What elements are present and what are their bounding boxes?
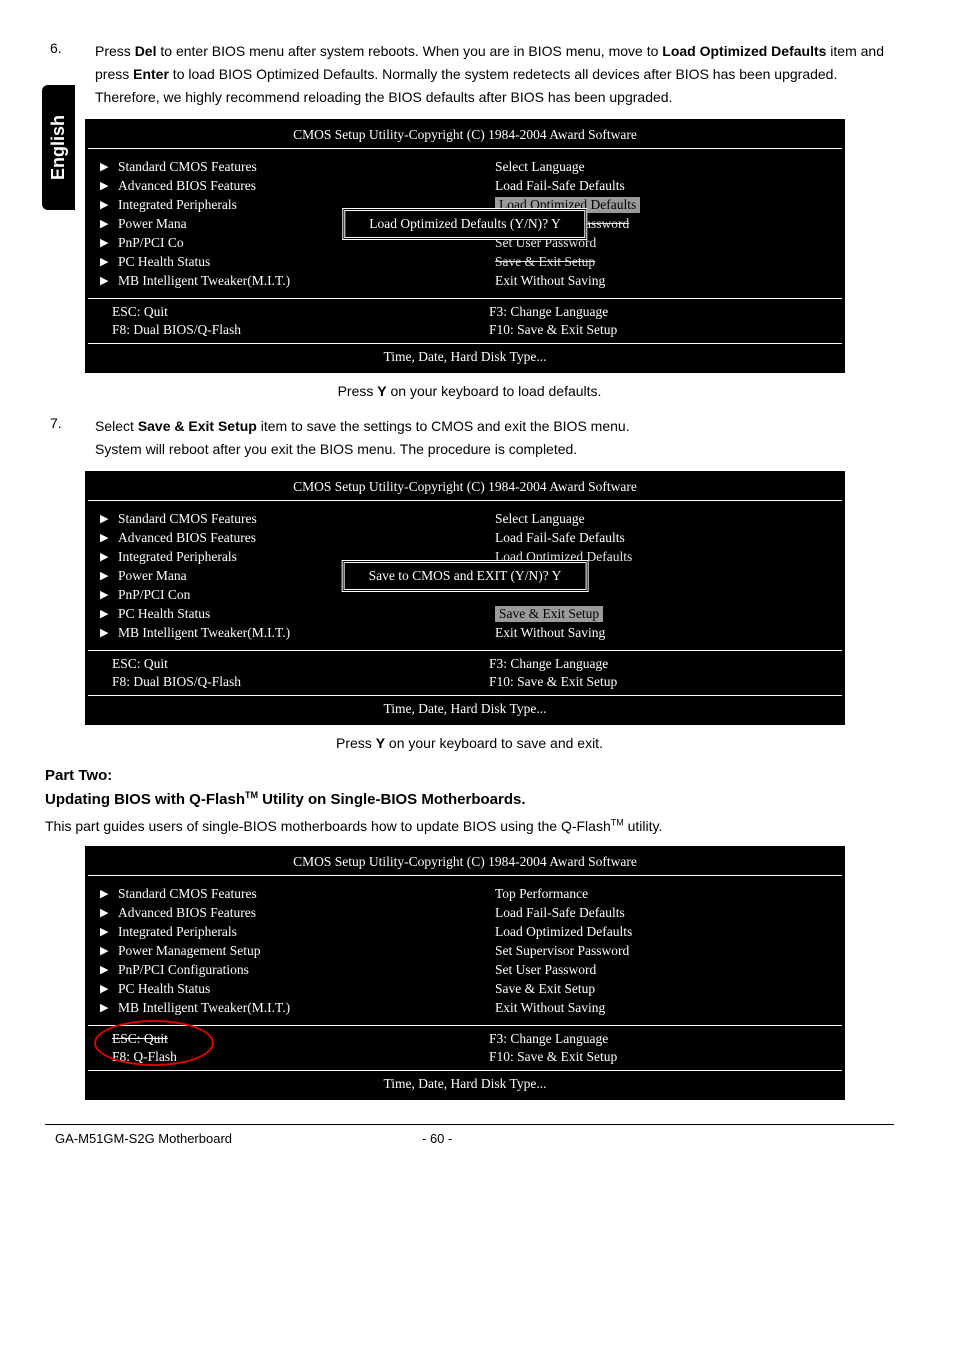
key-hint: F8: Dual BIOS/Q-Flash bbox=[88, 321, 277, 339]
menu-item[interactable]: Set User Password bbox=[465, 960, 842, 979]
menu-item[interactable]: ▶Standard CMOS Features bbox=[88, 884, 465, 903]
key-hint: F10: Save & Exit Setup bbox=[465, 1048, 654, 1066]
key-hint: F3: Change Language bbox=[465, 303, 654, 321]
arrow-right-icon: ▶ bbox=[100, 198, 108, 211]
bios-footer: Time, Date, Hard Disk Type... bbox=[88, 695, 842, 722]
bios-left-column: ▶Standard CMOS Features ▶Advanced BIOS F… bbox=[88, 876, 465, 1025]
bios-footer: Time, Date, Hard Disk Type... bbox=[88, 1070, 842, 1097]
key-hint: F3: Change Language bbox=[465, 1030, 654, 1048]
step-text: Press Del to enter BIOS menu after syste… bbox=[95, 40, 894, 109]
step-6: 6. Press Del to enter BIOS menu after sy… bbox=[45, 40, 894, 109]
arrow-right-icon: ▶ bbox=[100, 887, 108, 900]
bios-title: CMOS Setup Utility-Copyright (C) 1984-20… bbox=[88, 849, 842, 876]
bios-screen-save-exit: CMOS Setup Utility-Copyright (C) 1984-20… bbox=[85, 471, 845, 725]
arrow-right-icon: ▶ bbox=[100, 179, 108, 192]
key-hint: ESC: Quit bbox=[88, 655, 277, 673]
menu-item[interactable]: ▶PC Health Status bbox=[88, 604, 465, 623]
bios-footer: Time, Date, Hard Disk Type... bbox=[88, 343, 842, 370]
part-two-subheading: Updating BIOS with Q-FlashTM Utility on … bbox=[45, 790, 894, 808]
arrow-right-icon: ▶ bbox=[100, 906, 108, 919]
dialog-save-exit: Save to CMOS and EXIT (Y/N)? Y bbox=[342, 560, 589, 592]
dialog-load-defaults: Load Optimized Defaults (Y/N)? Y bbox=[342, 208, 587, 240]
menu-item[interactable]: Set Supervisor Password bbox=[465, 941, 842, 960]
menu-item[interactable]: ▶Advanced BIOS Features bbox=[88, 528, 465, 547]
arrow-right-icon: ▶ bbox=[100, 607, 108, 620]
menu-item[interactable]: Load Fail-Safe Defaults bbox=[465, 176, 842, 195]
arrow-right-icon: ▶ bbox=[100, 531, 108, 544]
key-hint-qflash: F8: Q-Flash bbox=[88, 1048, 277, 1066]
arrow-right-icon: ▶ bbox=[100, 236, 108, 249]
footer-divider bbox=[45, 1124, 894, 1125]
key-hint: F8: Dual BIOS/Q-Flash bbox=[88, 673, 277, 691]
menu-item[interactable]: Load Fail-Safe Defaults bbox=[465, 528, 842, 547]
menu-item[interactable]: Select Language bbox=[465, 509, 842, 528]
arrow-right-icon: ▶ bbox=[100, 1001, 108, 1014]
key-hint: ESC: Quit bbox=[88, 303, 277, 321]
menu-item[interactable]: Load Fail-Safe Defaults bbox=[465, 903, 842, 922]
menu-item[interactable]: ▶Advanced BIOS Features bbox=[88, 903, 465, 922]
arrow-right-icon: ▶ bbox=[100, 982, 108, 995]
menu-item[interactable]: Select Language bbox=[465, 157, 842, 176]
arrow-right-icon: ▶ bbox=[100, 588, 108, 601]
bios-screen-qflash: CMOS Setup Utility-Copyright (C) 1984-20… bbox=[85, 846, 845, 1100]
arrow-right-icon: ▶ bbox=[100, 963, 108, 976]
menu-item[interactable]: ▶Standard CMOS Features bbox=[88, 509, 465, 528]
menu-item[interactable]: ▶PnP/PCI Configurations bbox=[88, 960, 465, 979]
step-text: Select Save & Exit Setup item to save th… bbox=[95, 415, 894, 461]
key-hint: F10: Save & Exit Setup bbox=[465, 673, 654, 691]
menu-item[interactable]: ▶MB Intelligent Tweaker(M.I.T.) bbox=[88, 998, 465, 1017]
menu-item[interactable]: ▶PC Health Status bbox=[88, 252, 465, 271]
menu-item[interactable]: ▶Standard CMOS Features bbox=[88, 157, 465, 176]
menu-item[interactable]: Exit Without Saving bbox=[465, 623, 842, 642]
arrow-right-icon: ▶ bbox=[100, 626, 108, 639]
arrow-right-icon: ▶ bbox=[100, 569, 108, 582]
caption-load-defaults: Press Y on your keyboard to load default… bbox=[45, 383, 894, 399]
page-content: 6. Press Del to enter BIOS menu after sy… bbox=[0, 0, 954, 1166]
menu-item[interactable]: ▶Advanced BIOS Features bbox=[88, 176, 465, 195]
menu-item[interactable]: ▶Integrated Peripherals bbox=[88, 922, 465, 941]
menu-item[interactable]: Load Optimized Defaults bbox=[465, 922, 842, 941]
menu-item[interactable]: Save & Exit Setup bbox=[465, 979, 842, 998]
menu-item[interactable]: ▶MB Intelligent Tweaker(M.I.T.) bbox=[88, 271, 465, 290]
bios-key-hints: ESC: Quit F8: Dual BIOS/Q-Flash F3: Chan… bbox=[88, 651, 842, 695]
caption-save-exit: Press Y on your keyboard to save and exi… bbox=[45, 735, 894, 751]
bios-title: CMOS Setup Utility-Copyright (C) 1984-20… bbox=[88, 474, 842, 501]
menu-item[interactable]: ▶MB Intelligent Tweaker(M.I.T.) bbox=[88, 623, 465, 642]
menu-item[interactable]: Exit Without Saving bbox=[465, 271, 842, 290]
step-7: 7. Select Save & Exit Setup item to save… bbox=[45, 415, 894, 461]
arrow-right-icon: ▶ bbox=[100, 274, 108, 287]
menu-item[interactable]: Save & Exit Setup bbox=[465, 252, 842, 271]
bios-title: CMOS Setup Utility-Copyright (C) 1984-20… bbox=[88, 122, 842, 149]
bios-right-column: Top Performance Load Fail-Safe Defaults … bbox=[465, 876, 842, 1025]
arrow-right-icon: ▶ bbox=[100, 217, 108, 230]
menu-item[interactable]: Top Performance bbox=[465, 884, 842, 903]
menu-item-highlighted[interactable]: Save & Exit Setup bbox=[465, 604, 842, 623]
arrow-right-icon: ▶ bbox=[100, 550, 108, 563]
arrow-right-icon: ▶ bbox=[100, 160, 108, 173]
key-hint: ESC: Quit bbox=[88, 1030, 277, 1048]
step-number: 7. bbox=[45, 415, 95, 461]
key-hint: F10: Save & Exit Setup bbox=[465, 321, 654, 339]
arrow-right-icon: ▶ bbox=[100, 925, 108, 938]
key-hint: F3: Change Language bbox=[465, 655, 654, 673]
arrow-right-icon: ▶ bbox=[100, 512, 108, 525]
menu-item[interactable]: Exit Without Saving bbox=[465, 998, 842, 1017]
bios-screen-load-defaults: CMOS Setup Utility-Copyright (C) 1984-20… bbox=[85, 119, 845, 373]
page-number: - 60 - bbox=[422, 1131, 452, 1146]
footer-model: GA-M51GM-S2G Motherboard bbox=[55, 1131, 232, 1146]
arrow-right-icon: ▶ bbox=[100, 255, 108, 268]
part-two-heading: Part Two: bbox=[45, 767, 894, 784]
bios-key-hints: ESC: Quit F8: Dual BIOS/Q-Flash F3: Chan… bbox=[88, 299, 842, 343]
page-footer: GA-M51GM-S2G Motherboard - 60 - bbox=[45, 1131, 894, 1146]
menu-item[interactable]: ▶Power Management Setup bbox=[88, 941, 465, 960]
arrow-right-icon: ▶ bbox=[100, 944, 108, 957]
bios-key-hints: ESC: Quit F8: Q-Flash F3: Change Languag… bbox=[88, 1026, 842, 1070]
language-tab: English bbox=[42, 85, 75, 210]
part-two-intro: This part guides users of single-BIOS mo… bbox=[45, 816, 894, 838]
menu-item[interactable]: ▶PC Health Status bbox=[88, 979, 465, 998]
